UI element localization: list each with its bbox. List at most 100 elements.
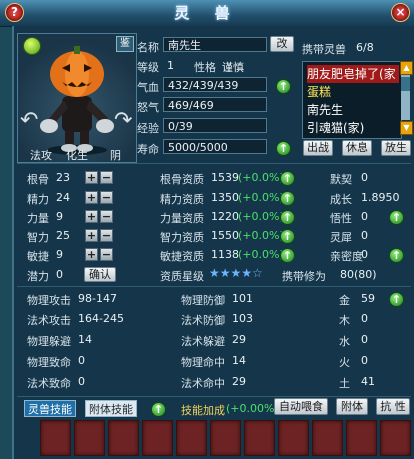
aptitude-bonus: (+0.0%) <box>238 229 284 242</box>
skill-slot[interactable] <box>244 420 275 456</box>
confirm-button[interactable]: 确认 <box>84 267 116 282</box>
skill-slot[interactable] <box>40 420 71 456</box>
rest-button[interactable]: 休息 <box>342 140 372 156</box>
tab-pet-skills[interactable]: 灵兽技能 <box>24 400 76 417</box>
name-field[interactable]: 南先生 <box>163 37 267 52</box>
tab-yin[interactable]: 阴 <box>110 147 121 163</box>
auto-feed-button[interactable]: 自动喂食 <box>274 398 328 415</box>
nature-label: 性格 <box>194 61 216 74</box>
combat-label: 法术致命 <box>27 377 71 390</box>
combat-value: 0 <box>78 375 85 388</box>
combat-label: 物理命中 <box>181 356 225 369</box>
cultivation-value: 80(80) <box>340 268 377 281</box>
stat-minus-icon[interactable]: − <box>100 229 113 242</box>
scrollbar-thumb[interactable] <box>401 77 410 91</box>
aptitude-add-icon[interactable]: ↑ <box>280 229 295 244</box>
carry-count: 6/8 <box>356 41 374 54</box>
comprehension-add-icon[interactable]: ↑ <box>389 210 404 225</box>
tab-transform[interactable]: 化生 <box>66 147 88 163</box>
pet-list-item[interactable]: 引魂猫(家) <box>307 119 399 137</box>
anger-field: 469/469 <box>163 97 267 112</box>
skill-slot[interactable] <box>380 420 411 456</box>
stat-plus-icon[interactable]: + <box>85 191 98 204</box>
rename-button[interactable]: 改 <box>270 36 294 52</box>
pet-list-item[interactable]: 南先生 <box>307 101 399 119</box>
skill-slot[interactable] <box>210 420 241 456</box>
stat-plus-icon[interactable]: + <box>85 171 98 184</box>
tab-magic-attack[interactable]: 法攻 <box>30 147 52 163</box>
combat-label: 物理致命 <box>27 356 71 369</box>
exp-field: 0/39 <box>163 118 267 133</box>
aptitude-bonus: (+0.0%) <box>238 191 284 204</box>
attribute-label: 默契 <box>330 173 352 186</box>
exp-label: 经验 <box>137 122 159 135</box>
rotate-left-icon[interactable]: ↶ <box>20 108 38 133</box>
stat-minus-icon[interactable]: − <box>100 248 113 261</box>
skill-add-icon[interactable]: ↑ <box>151 402 166 417</box>
hp-add-icon[interactable]: ↑ <box>276 79 291 94</box>
aptitude-add-icon[interactable]: ↑ <box>280 191 295 206</box>
scroll-down-icon[interactable]: ▼ <box>400 121 413 135</box>
combat-label: 法术躲避 <box>181 335 225 348</box>
life-label: 寿命 <box>137 143 159 156</box>
combat-value: 164-245 <box>78 312 124 325</box>
skill-slot[interactable] <box>278 420 309 456</box>
skill-slot[interactable] <box>108 420 139 456</box>
skill-slot[interactable] <box>74 420 105 456</box>
aptitude-label: 根骨资质 <box>160 173 204 186</box>
stat-plus-icon[interactable]: + <box>85 248 98 261</box>
skill-slot[interactable] <box>176 420 207 456</box>
combat-value: 14 <box>78 333 92 346</box>
release-button[interactable]: 放生 <box>381 140 411 156</box>
element-value: 0 <box>361 312 368 325</box>
combat-label: 物理攻击 <box>27 294 71 307</box>
potential-value: 0 <box>56 268 63 281</box>
help-button[interactable]: ? <box>5 3 24 22</box>
element-add-icon[interactable]: ↑ <box>389 292 404 307</box>
stat-plus-icon[interactable]: + <box>85 229 98 242</box>
intimacy-add-icon[interactable]: ↑ <box>389 248 404 263</box>
combat-label: 法术防御 <box>181 314 225 327</box>
resist-button[interactable]: 抗 性 <box>376 398 410 415</box>
element-label: 金 <box>339 294 350 307</box>
divider <box>17 396 411 397</box>
aptitude-add-icon[interactable]: ↑ <box>280 210 295 225</box>
aptitude-star-label: 资质星级 <box>160 270 204 283</box>
skill-slot[interactable] <box>346 420 377 456</box>
stat-name: 敏捷 <box>27 250 49 263</box>
nature-value: 谨慎 <box>222 61 244 74</box>
stat-name: 力量 <box>27 212 49 225</box>
pet-list-item[interactable]: 朋友肥皂掉了(家 <box>307 65 399 83</box>
element-value: 41 <box>361 375 375 388</box>
combat-value: 29 <box>232 375 246 388</box>
attribute-value: 1.8950 <box>361 191 400 204</box>
aptitude-label: 智力资质 <box>160 231 204 244</box>
aptitude-add-icon[interactable]: ↑ <box>280 171 295 186</box>
hp-label: 气血 <box>137 81 159 94</box>
stat-minus-icon[interactable]: − <box>100 210 113 223</box>
pet-list-item[interactable]: 蛋糕 <box>307 83 399 101</box>
appraise-button[interactable]: 鉴 <box>116 36 134 52</box>
battle-button[interactable]: 出战 <box>303 140 333 156</box>
stat-minus-icon[interactable]: − <box>100 171 113 184</box>
pet-list: 朋友肥皂掉了(家 蛋糕 南先生 引魂猫(家) <box>302 61 402 139</box>
scroll-up-icon[interactable]: ▲ <box>400 61 413 75</box>
tab-attached-skills[interactable]: 附体技能 <box>85 400 137 417</box>
combat-value: 29 <box>232 333 246 346</box>
combat-label: 物理躲避 <box>27 335 71 348</box>
attribute-value: 0 <box>361 210 368 223</box>
stat-plus-icon[interactable]: + <box>85 210 98 223</box>
stat-minus-icon[interactable]: − <box>100 191 113 204</box>
skill-bonus-label: 技能加成 <box>181 404 225 417</box>
life-add-icon[interactable]: ↑ <box>276 141 291 156</box>
skill-slot[interactable] <box>312 420 343 456</box>
aptitude-add-icon[interactable]: ↑ <box>280 248 295 263</box>
element-value: 0 <box>361 354 368 367</box>
attach-button[interactable]: 附体 <box>336 398 368 415</box>
rotate-right-icon[interactable]: ↷ <box>114 108 132 133</box>
skill-slot[interactable] <box>142 420 173 456</box>
close-button[interactable]: × <box>391 3 410 22</box>
combat-value: 98-147 <box>78 292 117 305</box>
level-value: 1 <box>167 59 174 72</box>
combat-label: 法术命中 <box>181 377 225 390</box>
